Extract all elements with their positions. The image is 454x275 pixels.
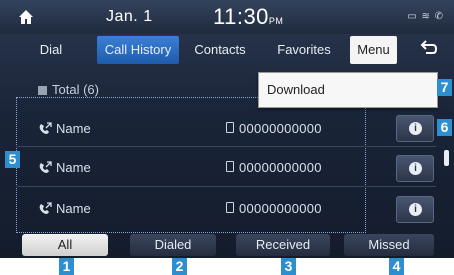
filter-dialed[interactable]: Dialed xyxy=(130,234,216,256)
contact-name: Name xyxy=(56,121,91,136)
status-icons: ▭ ≋ ✆ xyxy=(407,11,444,22)
callout-label: 6 xyxy=(437,119,452,136)
outgoing-call-icon xyxy=(39,122,52,134)
tab-favorites[interactable]: Favorites xyxy=(262,36,346,64)
info-button[interactable]: i xyxy=(396,155,434,182)
info-icon: i xyxy=(409,122,422,135)
tab-contacts[interactable]: Contacts xyxy=(184,36,256,64)
filter-missed[interactable]: Missed xyxy=(344,234,434,256)
callout-label: 4 xyxy=(389,258,404,275)
back-button[interactable] xyxy=(408,38,448,64)
callout-label: 2 xyxy=(172,258,187,275)
callout-label: 7 xyxy=(437,79,452,96)
phone-number: 00000000000 xyxy=(239,201,322,216)
list-item[interactable]: Name 00000000000 xyxy=(38,119,378,141)
callout-label: 3 xyxy=(281,258,296,275)
info-icon: i xyxy=(409,203,422,216)
home-icon[interactable] xyxy=(16,7,36,27)
filter-received[interactable]: Received xyxy=(236,234,330,256)
divider xyxy=(16,146,436,147)
clock: 11:30PM xyxy=(213,4,284,29)
outgoing-call-icon xyxy=(39,202,52,214)
tab-call-history[interactable]: Call History xyxy=(97,36,179,64)
filter-all[interactable]: All xyxy=(22,234,108,256)
callout-label: 1 xyxy=(59,258,74,275)
download-menu-item[interactable]: Download xyxy=(267,82,325,97)
info-button[interactable]: i xyxy=(396,196,434,223)
menu-dropdown: Download xyxy=(258,72,438,108)
status-bar: Jan. 1 11:30PM ▭ ≋ ✆ xyxy=(0,0,454,34)
mobile-icon xyxy=(226,161,234,172)
date: Jan. 1 xyxy=(106,8,153,25)
checkbox-icon xyxy=(38,86,47,95)
info-icon: i xyxy=(409,162,422,175)
filter-bar: All Dialed Received Missed xyxy=(0,234,454,258)
callout-label: 5 xyxy=(5,151,20,168)
menu-button[interactable]: Menu xyxy=(350,36,397,64)
tab-dial[interactable]: Dial xyxy=(28,36,74,64)
info-button[interactable]: i xyxy=(396,115,434,142)
phone-number: 00000000000 xyxy=(239,160,322,175)
head-unit-screen: Jan. 1 11:30PM ▭ ≋ ✆ Dial Call History C… xyxy=(0,0,454,258)
list-item[interactable]: Name 00000000000 xyxy=(38,158,378,180)
contact-name: Name xyxy=(56,160,91,175)
outgoing-call-icon xyxy=(39,161,52,173)
total-count: Total (6) xyxy=(38,82,99,97)
mobile-icon xyxy=(226,202,234,213)
phone-number: 00000000000 xyxy=(239,121,322,136)
divider xyxy=(16,186,436,187)
mobile-icon xyxy=(226,122,234,133)
list-item[interactable]: Name 00000000000 xyxy=(38,199,378,221)
contact-name: Name xyxy=(56,201,91,216)
back-icon xyxy=(420,40,438,54)
tab-bar: Dial Call History Contacts Favorites Men… xyxy=(0,36,454,66)
scrollbar[interactable] xyxy=(444,150,449,166)
